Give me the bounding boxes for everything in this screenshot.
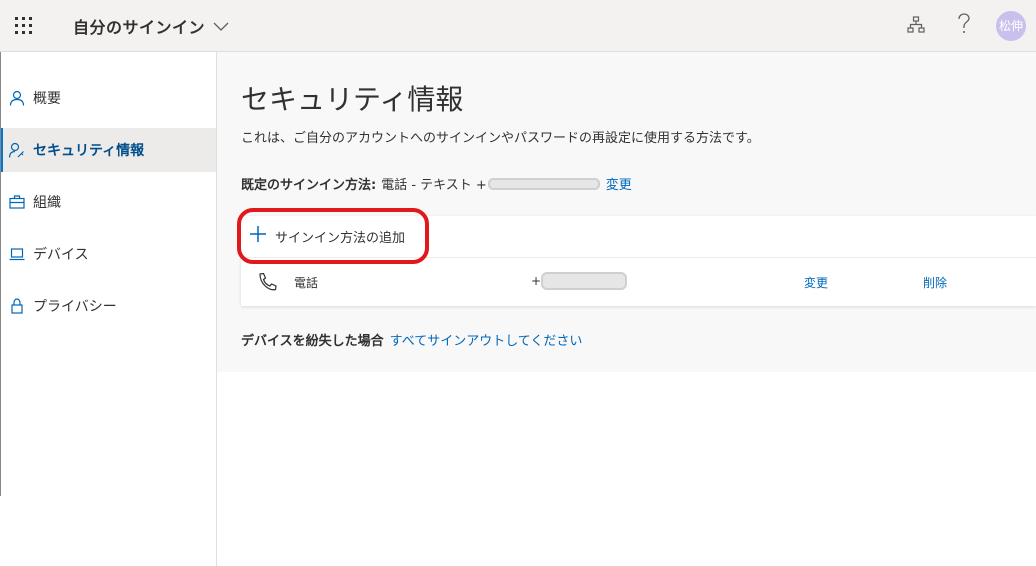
person-icon (9, 90, 25, 106)
lock-icon (9, 298, 25, 314)
phone-icon (257, 272, 279, 296)
sidebar-item-organization[interactable]: 組織 (0, 180, 216, 224)
default-method-value: 電話 - テキスト + (381, 178, 487, 193)
help-icon[interactable] (957, 13, 971, 39)
sidebar-item-overview[interactable]: 概要 (0, 76, 216, 120)
sidebar-item-privacy[interactable]: プライバシー (0, 284, 216, 328)
default-method-change-link[interactable]: 変更 (606, 174, 632, 193)
main-content: セキュリティ情報 これは、ご自分のアカウントへのサインインやパスワードの再設定に… (217, 52, 1036, 372)
method-name: 電話 (294, 276, 319, 290)
method-delete-link[interactable]: 削除 (923, 274, 947, 291)
lost-device-label: デバイスを紛失した場合 (241, 334, 384, 349)
chevron-down-icon (213, 17, 229, 36)
sidebar-item-label: プライバシー (33, 299, 117, 315)
waffle-icon[interactable] (15, 17, 33, 35)
methods-card: サインイン方法の追加 電話 + 変更 削除 (237, 208, 1036, 306)
page-title: セキュリティ情報 (241, 83, 464, 116)
redacted-phone-number (541, 272, 628, 290)
redacted-phone-number (487, 177, 600, 190)
org-chart-icon[interactable] (907, 16, 925, 38)
window-edge (0, 52, 1, 496)
method-value: + (531, 272, 628, 290)
briefcase-icon (9, 194, 25, 210)
sidebar-item-devices[interactable]: デバイス (0, 232, 216, 276)
sign-out-everywhere-link[interactable]: すべてサインアウトしてください (390, 330, 583, 349)
method-row-phone: 電話 + 変更 削除 (241, 258, 1036, 306)
default-method-line: 既定のサインイン方法: 電話 - テキスト + 変更 (241, 174, 632, 193)
sidebar-item-label: 組織 (33, 195, 61, 211)
sidebar: 概要 セキュリティ情報 組織 デバイス プライバシー (0, 52, 217, 566)
method-change-link[interactable]: 変更 (804, 274, 828, 291)
app-title: 自分のサインイン (73, 18, 206, 37)
laptop-icon (9, 246, 25, 262)
page-description: これは、ご自分のアカウントへのサインインやパスワードの再設定に使用する方法です。 (241, 131, 760, 146)
add-method-button[interactable]: サインイン方法の追加 (241, 216, 1036, 258)
default-method-label: 既定のサインイン方法: (241, 178, 377, 193)
avatar[interactable]: 松伸 (996, 11, 1026, 41)
sidebar-item-label: セキュリティ情報 (33, 143, 145, 159)
sidebar-item-label: デバイス (33, 247, 89, 263)
top-bar: 自分のサインイン 松伸 (0, 0, 1036, 52)
sidebar-item-label: 概要 (33, 91, 61, 107)
lost-device-line: デバイスを紛失した場合 すべてサインアウトしてください (241, 330, 582, 349)
sidebar-item-security-info[interactable]: セキュリティ情報 (0, 128, 216, 172)
app-title-dropdown[interactable]: 自分のサインイン (73, 14, 229, 38)
add-method-label: サインイン方法の追加 (275, 231, 406, 246)
method-value-prefix: + (531, 274, 542, 288)
person-key-icon (9, 142, 25, 158)
plus-icon (249, 225, 267, 248)
